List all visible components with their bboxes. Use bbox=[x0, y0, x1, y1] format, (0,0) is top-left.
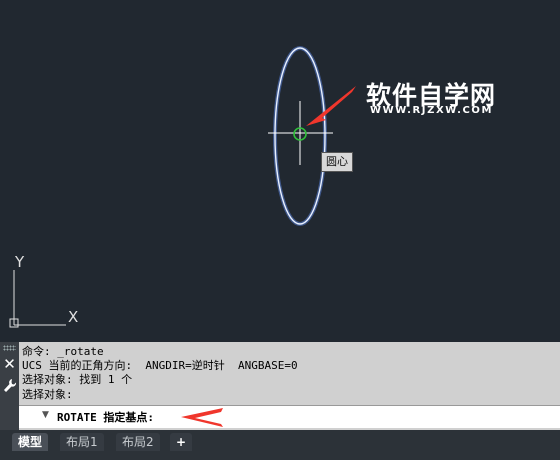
command-line-grip[interactable]: ✕ bbox=[0, 342, 19, 430]
history-line: 选择对象: bbox=[22, 387, 73, 401]
annotation-arrow-center bbox=[306, 86, 356, 126]
command-prompt: ROTATE 指定基点: bbox=[57, 411, 154, 424]
ucs-x-label: X bbox=[68, 308, 78, 326]
wrench-icon[interactable] bbox=[3, 378, 16, 394]
tab-model[interactable]: 模型 bbox=[12, 433, 49, 451]
tab-layout1[interactable]: 布局1 bbox=[60, 433, 104, 451]
history-line: UCS 当前的正角方向: ANGDIR=逆时针 ANGBASE=0 bbox=[22, 359, 298, 373]
history-line: 命令: _rotate bbox=[22, 345, 104, 358]
command-line-panel: ✕ 命令: _rotate UCS 当前的正角方向: ANGDIR=逆时针 AN… bbox=[0, 342, 560, 430]
canvas-graphics: Y X bbox=[9, 46, 356, 328]
history-line: 选择对象: 找到 1 个 bbox=[22, 373, 133, 387]
ucs-y-label: Y bbox=[14, 253, 25, 271]
drawing-canvas[interactable]: Y X 软件自学网 WWW.RJZXW.COM 圆心 bbox=[0, 0, 560, 342]
command-input[interactable]: ▼ ROTATE 指定基点: bbox=[19, 405, 560, 428]
tab-layout2[interactable]: 布局2 bbox=[116, 433, 160, 451]
command-history: 命令: _rotate UCS 当前的正角方向: ANGDIR=逆时针 ANGB… bbox=[22, 345, 552, 402]
snap-tooltip: 圆心 bbox=[321, 152, 353, 172]
command-recent-dropdown-icon[interactable]: ▼ bbox=[42, 410, 49, 420]
annotation-arrow-prompt bbox=[181, 408, 223, 427]
watermark-url: WWW.RJZXW.COM bbox=[370, 105, 494, 116]
layout-tab-bar: 模型 布局1 布局2 + bbox=[0, 430, 560, 460]
close-icon[interactable]: ✕ bbox=[2, 356, 17, 372]
add-layout-button[interactable]: + bbox=[170, 433, 193, 451]
drag-handle-icon[interactable] bbox=[3, 345, 16, 351]
